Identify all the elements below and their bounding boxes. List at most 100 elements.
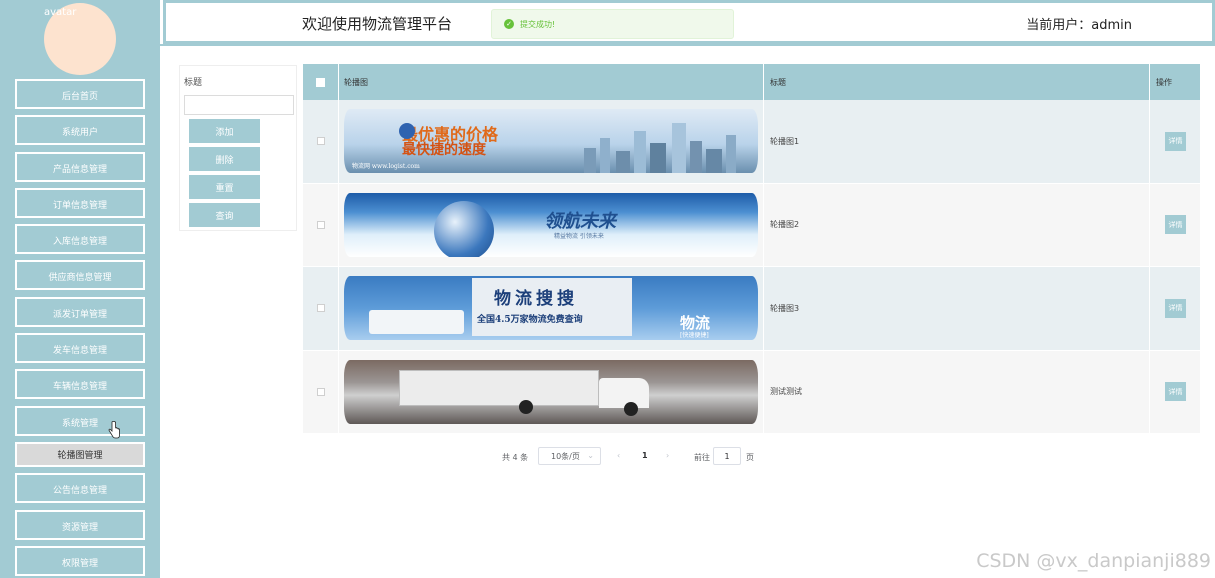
avatar-alt-text: avatar	[44, 7, 77, 18]
title-cell: 轮播图3	[764, 267, 1150, 351]
select-all-checkbox[interactable]	[316, 77, 325, 87]
banner-small-text: [快速便捷]	[680, 332, 709, 340]
reset-button[interactable]: 重置	[189, 175, 260, 199]
carousel-image	[344, 359, 758, 424]
page-number[interactable]: 1	[642, 451, 648, 460]
title-cell: 轮播图1	[764, 100, 1150, 184]
page-size-value: 10条/页	[551, 451, 580, 461]
sidebar: avatar 后台首页 系统用户 产品信息管理 订单信息管理 入库信息管理 供应…	[0, 0, 160, 578]
sidebar-item-label: 系统用户	[61, 128, 98, 139]
table-row: 最优惠的价格 最快捷的速度 物流网 www.logist.com 轮播图1 详情	[303, 100, 1201, 184]
image-cell: 物流搜搜 全国4.5万家物流免费查询 物流 [快速便捷]	[339, 267, 764, 351]
row-checkbox[interactable]	[316, 137, 325, 146]
banner-small-text: 精益物流 引领未来	[554, 232, 604, 240]
city-skyline-graphic	[584, 123, 736, 174]
goto-label: 前往	[694, 453, 710, 462]
banner-small-text: 物流网 www.logist.com	[352, 163, 420, 171]
page-size-select[interactable]: 10条/页 ⌄	[538, 447, 601, 465]
sidebar-nav: 后台首页 系统用户 产品信息管理 订单信息管理 入库信息管理 供应商信息管理 派…	[15, 79, 145, 578]
top-header: 欢迎使用物流管理平台 ✓ 提交成功! 当前用户：admin	[163, 0, 1215, 44]
delete-button[interactable]: 删除	[189, 147, 260, 171]
table-header: 轮播图 标题 操作	[303, 64, 1201, 100]
column-header-image: 轮播图	[339, 64, 764, 100]
sidebar-item-label: 订单信息管理	[52, 200, 107, 211]
sidebar-item-departures[interactable]: 发车信息管理	[15, 333, 145, 364]
sidebar-item-label: 公告信息管理	[52, 486, 107, 497]
title-filter-label: 标题	[184, 78, 203, 88]
detail-button[interactable]: 详情	[1165, 215, 1186, 235]
sidebar-item-warehousing[interactable]: 入库信息管理	[15, 224, 145, 255]
sidebar-item-dispatch-orders[interactable]: 派发订单管理	[15, 296, 145, 327]
globe-graphic	[434, 200, 494, 257]
select-all-cell	[303, 64, 339, 100]
image-cell: 最优惠的价格 最快捷的速度 物流网 www.logist.com	[339, 100, 764, 184]
sidebar-item-label: 权限管理	[61, 558, 98, 569]
sidebar-item-resources[interactable]: 资源管理	[15, 509, 145, 540]
app-root: avatar 后台首页 系统用户 产品信息管理 订单信息管理 入库信息管理 供应…	[0, 0, 1215, 578]
sidebar-item-home[interactable]: 后台首页	[15, 79, 145, 109]
actions-cell: 详情	[1150, 350, 1201, 434]
sidebar-item-system-management[interactable]: 系统管理	[15, 405, 145, 439]
page-title: 欢迎使用物流管理平台	[302, 15, 453, 33]
add-button[interactable]: 添加	[189, 119, 260, 143]
sidebar-item-label: 资源管理	[61, 522, 98, 533]
detail-button[interactable]: 详情	[1165, 131, 1186, 151]
title-cell: 测试测试	[764, 350, 1150, 434]
image-cell: 领航未来 精益物流 引领未来	[339, 183, 764, 267]
sidebar-item-label: 后台首页	[61, 92, 98, 102]
row-checkbox-cell	[303, 350, 339, 434]
sidebar-item-label: 派发订单管理	[52, 309, 107, 320]
current-user: 当前用户：admin	[1026, 18, 1132, 33]
success-toast: ✓ 提交成功!	[491, 9, 734, 39]
table-row: 物流搜搜 全国4.5万家物流免费查询 物流 [快速便捷] 轮播图3 详情	[303, 267, 1201, 351]
sidebar-item-label: 轮播图管理	[57, 450, 103, 461]
actions-cell: 详情	[1150, 100, 1201, 184]
sidebar-item-suppliers[interactable]: 供应商信息管理	[15, 260, 145, 291]
row-checkbox[interactable]	[316, 387, 325, 396]
detail-button[interactable]: 详情	[1165, 382, 1186, 402]
prev-page-button[interactable]: ‹	[617, 451, 620, 460]
search-panel: 标题 添加 删除 重置 查询	[179, 65, 297, 231]
column-header-title: 标题	[764, 64, 1150, 100]
page-suffix: 页	[746, 453, 754, 462]
detail-button[interactable]: 详情	[1165, 298, 1186, 318]
banner-text: 最快捷的速度	[402, 142, 486, 159]
goto-page-input[interactable]: 1	[713, 447, 741, 465]
banner-text: 物流搜搜	[494, 289, 578, 310]
sidebar-item-announcements[interactable]: 公告信息管理	[15, 473, 145, 504]
sidebar-item-carousel[interactable]: 轮播图管理	[15, 441, 145, 467]
banner-text: 领航未来	[544, 210, 616, 232]
sidebar-item-label: 产品信息管理	[52, 164, 107, 175]
row-checkbox-cell	[303, 267, 339, 351]
wheel-graphic	[519, 399, 533, 414]
row-checkbox-cell	[303, 100, 339, 184]
toast-message: 提交成功!	[520, 19, 556, 29]
row-checkbox[interactable]	[316, 220, 325, 229]
sidebar-item-vehicles[interactable]: 车辆信息管理	[15, 369, 145, 400]
title-filter-input[interactable]	[184, 95, 294, 115]
avatar[interactable]: avatar	[44, 3, 116, 75]
sidebar-item-products[interactable]: 产品信息管理	[15, 151, 145, 182]
sidebar-item-label: 发车信息管理	[52, 346, 107, 357]
sidebar-item-system-users[interactable]: 系统用户	[15, 115, 145, 146]
wheel-graphic	[624, 401, 638, 416]
row-checkbox[interactable]	[316, 304, 325, 313]
sidebar-item-orders[interactable]: 订单信息管理	[15, 187, 145, 218]
header-divider	[160, 44, 1215, 46]
title-cell: 轮播图2	[764, 183, 1150, 267]
carousel-table: 轮播图 标题 操作 最优惠的价格 最快捷的速度 物流网 www.logist.c…	[303, 64, 1201, 434]
banner-text: 全国4.5万家物流免费查询	[477, 315, 583, 326]
image-cell	[339, 350, 764, 434]
sidebar-item-label: 系统管理	[61, 418, 98, 429]
sidebar-item-label: 供应商信息管理	[48, 273, 112, 284]
table-row: 测试测试 详情	[303, 350, 1201, 434]
query-button[interactable]: 查询	[189, 203, 260, 227]
chevron-down-icon: ⌄	[587, 451, 594, 460]
carousel-image: 领航未来 精益物流 引领未来	[344, 192, 758, 257]
actions-cell: 详情	[1150, 183, 1201, 267]
row-checkbox-cell	[303, 183, 339, 267]
next-page-button[interactable]: ›	[666, 451, 669, 460]
check-circle-icon: ✓	[504, 19, 514, 29]
carousel-image: 物流搜搜 全国4.5万家物流免费查询 物流 [快速便捷]	[344, 276, 758, 341]
sidebar-item-permissions[interactable]: 权限管理	[15, 545, 145, 576]
